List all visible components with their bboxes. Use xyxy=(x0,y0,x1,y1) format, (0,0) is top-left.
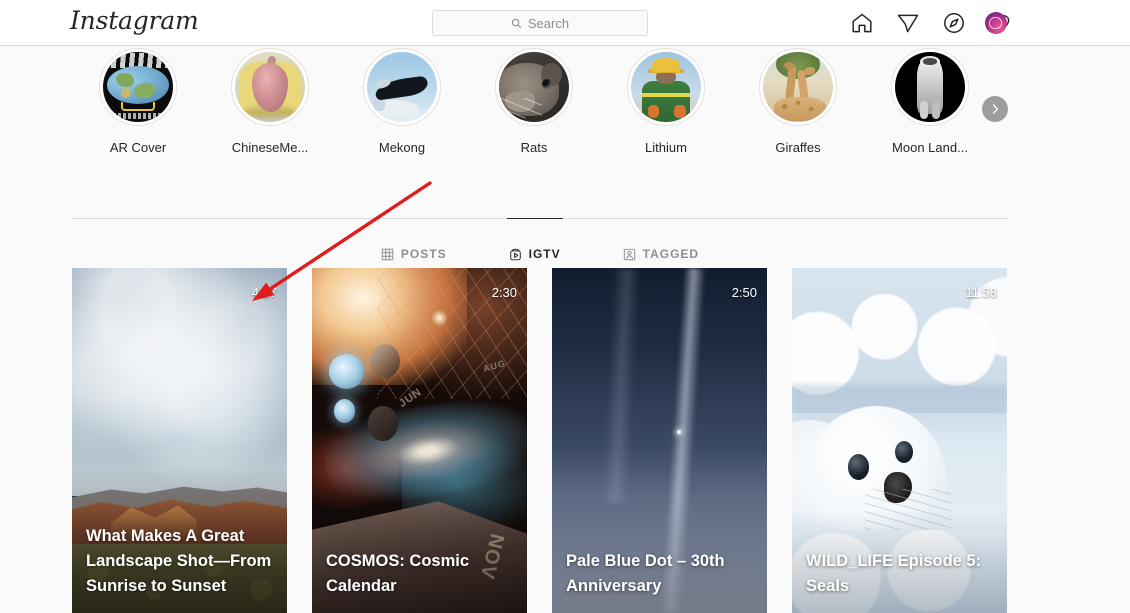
story-highlight-label: AR Cover xyxy=(109,140,167,155)
direct-icon[interactable] xyxy=(896,11,920,35)
chevron-right-icon xyxy=(992,104,999,114)
story-ring xyxy=(627,48,705,126)
profile-content: AR Cover ChineseMe... Mekong Rats Lithiu… xyxy=(72,46,1008,613)
igtv-icon xyxy=(509,248,521,260)
video-title: Pale Blue Dot – 30th Anniversary xyxy=(566,552,725,595)
story-art-chinese-medicine xyxy=(235,52,305,122)
story-art-rats xyxy=(499,52,569,122)
tab-igtv[interactable]: IGTV xyxy=(506,218,563,270)
story-ring xyxy=(99,48,177,126)
story-highlight-item[interactable]: Moon Land... xyxy=(864,48,1008,155)
story-highlight-label: Moon Land... xyxy=(892,140,968,155)
explore-icon[interactable] xyxy=(942,11,966,35)
video-duration: 11:58 xyxy=(965,285,997,300)
story-art-mekong xyxy=(367,52,437,122)
video-title: COSMOS: Cosmic Calendar xyxy=(326,552,470,595)
stories-next-button[interactable] xyxy=(982,96,1008,122)
tagged-icon xyxy=(623,248,635,260)
story-ring xyxy=(495,48,573,126)
story-highlight-item[interactable]: Lithium xyxy=(600,48,732,155)
story-highlight-item[interactable]: AR Cover xyxy=(72,48,204,155)
story-highlight-item[interactable]: Giraffes xyxy=(732,48,864,155)
story-art-lithium xyxy=(631,52,701,122)
igtv-video-card[interactable]: 11:58 WILD_LIFE Episode 5: Seals xyxy=(792,268,1007,613)
tab-label: POSTS xyxy=(400,247,447,261)
tab-label: TAGGED xyxy=(642,247,700,261)
video-title: What Makes A Great Landscape Shot—From S… xyxy=(86,527,272,595)
page-body: AR Cover ChineseMe... Mekong Rats Lithiu… xyxy=(0,46,1130,613)
tab-posts[interactable]: POSTS xyxy=(379,218,449,270)
avatar[interactable] xyxy=(985,12,1007,34)
profile-tabs: POSTS IGTV TAGGED xyxy=(72,218,1008,270)
search-input[interactable]: Search xyxy=(432,10,648,36)
story-thumbnail xyxy=(103,52,173,122)
igtv-video-grid: 4:27 What Makes A Great Landscape Shot—F… xyxy=(72,268,1008,613)
story-thumbnail xyxy=(895,52,965,122)
story-highlight-item[interactable]: ChineseMe... xyxy=(204,48,336,155)
story-thumbnail xyxy=(499,52,569,122)
story-art-ar-cover xyxy=(103,52,173,122)
story-highlight-label: ChineseMe... xyxy=(231,140,309,155)
story-ring xyxy=(231,48,309,126)
story-thumbnail xyxy=(367,52,437,122)
search-placeholder: Search xyxy=(527,15,570,31)
story-ring xyxy=(891,48,969,126)
video-duration: 2:30 xyxy=(491,285,517,300)
grid-icon xyxy=(381,248,394,260)
story-highlight-label: Rats xyxy=(520,140,548,155)
video-duration: 4:27 xyxy=(251,285,277,300)
story-thumbnail xyxy=(763,52,833,122)
igtv-video-card[interactable]: NOV JUN AUG 2:30 COSMOS: Cosmic Calendar xyxy=(312,268,527,613)
story-ring xyxy=(363,48,441,126)
story-highlight-item[interactable]: Rats xyxy=(468,48,600,155)
story-highlight-label: Mekong xyxy=(378,140,426,155)
tab-tagged[interactable]: TAGGED xyxy=(621,218,701,270)
story-highlight-label: Giraffes xyxy=(775,140,821,155)
story-highlight-label: Lithium xyxy=(645,140,687,155)
story-highlights-row: AR Cover ChineseMe... Mekong Rats Lithiu… xyxy=(72,48,1008,218)
story-art-moon-landing xyxy=(895,52,965,122)
instagram-logo[interactable]: Instagram xyxy=(70,6,199,35)
igtv-video-card[interactable]: 2:50 Pale Blue Dot – 30th Anniversary xyxy=(552,268,767,613)
story-highlight-item[interactable]: Mekong xyxy=(336,48,468,155)
story-ring xyxy=(759,48,837,126)
home-icon[interactable] xyxy=(850,11,874,35)
story-art-giraffes xyxy=(763,52,833,122)
tab-label: IGTV xyxy=(528,247,561,261)
video-duration: 2:50 xyxy=(731,285,757,300)
top-navigation-bar: Instagram Search xyxy=(0,0,1130,46)
video-title: WILD_LIFE Episode 5: Seals xyxy=(806,552,982,595)
search-icon xyxy=(511,18,522,28)
story-thumbnail xyxy=(631,52,701,122)
story-thumbnail xyxy=(235,52,305,122)
igtv-video-card[interactable]: 4:27 What Makes A Great Landscape Shot—F… xyxy=(72,268,287,613)
